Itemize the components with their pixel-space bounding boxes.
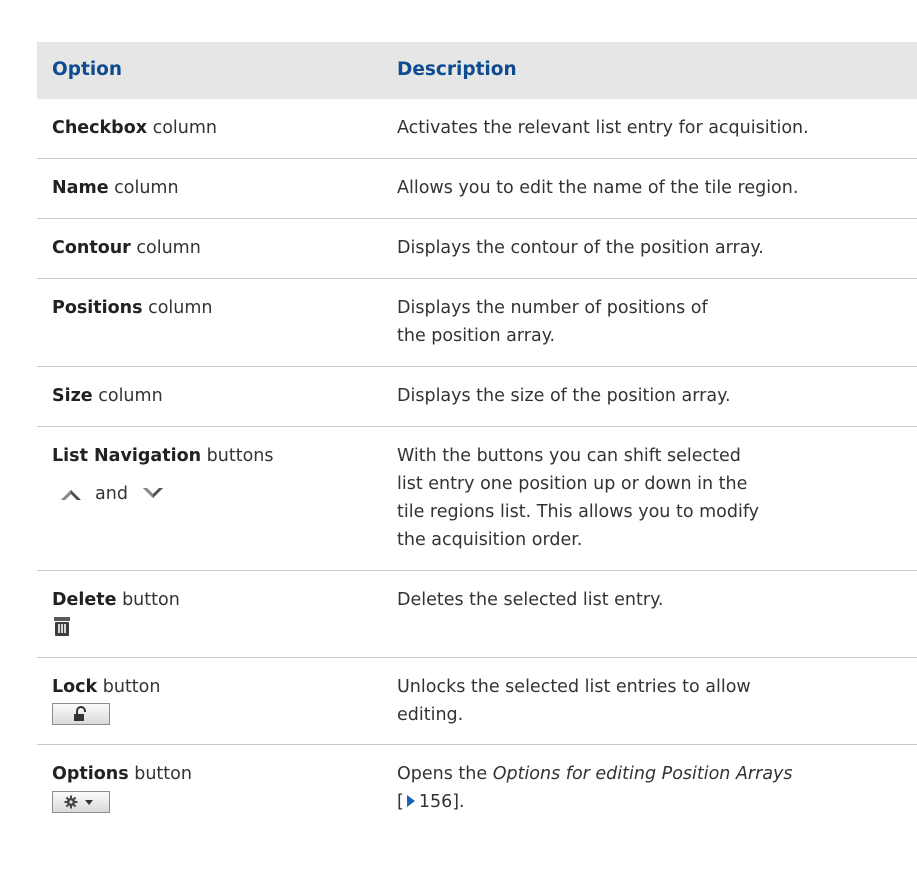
options-table: Option Description Checkbox column Activ… <box>37 42 917 832</box>
option-suffix: buttons <box>201 446 274 466</box>
description-end: ]. <box>452 792 465 812</box>
option-description: Allows you to edit the name of the tile … <box>397 178 799 198</box>
option-suffix: column <box>142 298 213 318</box>
table-row: List Navigation buttons and With the but… <box>37 427 917 571</box>
option-suffix: column <box>92 386 163 406</box>
table-row: Name column Allows you to edit the name … <box>37 159 917 219</box>
table-row: Checkbox column Activates the relevant l… <box>37 99 917 159</box>
option-suffix: column <box>147 118 218 138</box>
header-option: Option <box>52 59 123 80</box>
option-term: Options <box>52 764 129 784</box>
table-row: Size column Displays the size of the pos… <box>37 367 917 427</box>
option-description: With the buttons you can shift selected … <box>397 446 760 550</box>
option-description: Deletes the selected list entry. <box>397 590 664 610</box>
table-row: Lock button Unlocks the selected list en… <box>37 658 917 745</box>
option-description: Unlocks the selected list entries to all… <box>397 677 751 725</box>
lock-button-icon <box>52 703 110 725</box>
options-button-icon <box>52 791 110 813</box>
description-prefix: Opens the <box>397 764 493 784</box>
option-description: Displays the size of the position array. <box>397 386 731 406</box>
option-description: Displays the number of positions of the … <box>397 298 708 346</box>
option-suffix: button <box>116 590 180 610</box>
option-term: List Navigation <box>52 446 202 466</box>
table-row: Options button Opens the Options for edi… <box>52 764 793 813</box>
option-term: Lock <box>52 677 98 697</box>
option-description: Displays the contour of the position arr… <box>397 238 764 258</box>
option-term: Size <box>52 386 93 406</box>
option-term: Contour <box>52 238 131 258</box>
option-term: Name <box>52 178 109 198</box>
option-suffix: column <box>108 178 179 198</box>
option-suffix: button <box>97 677 161 697</box>
and-label: and <box>95 484 128 504</box>
unlock-icon <box>74 706 86 721</box>
table-row: Contour column Displays the contour of t… <box>37 219 917 279</box>
triangle-right-icon <box>406 795 415 807</box>
page-reference[interactable]: 156 <box>419 792 452 812</box>
options-link[interactable]: Options for editing Position Arrays <box>493 764 793 784</box>
gear-dropdown-icon <box>64 795 93 809</box>
table-header: Option Description <box>37 42 917 99</box>
table-row: Delete button Deletes the selected list … <box>37 571 917 658</box>
chevron-up-icon <box>61 490 81 500</box>
table-row: Positions column Displays the number of … <box>37 279 917 367</box>
option-term: Checkbox <box>52 118 148 138</box>
option-term: Positions <box>52 298 143 318</box>
option-suffix: column <box>130 238 201 258</box>
header-description: Description <box>397 59 517 80</box>
trash-icon <box>54 617 70 636</box>
option-description: Activates the relevant list entry for ac… <box>397 118 809 138</box>
chevron-down-icon <box>142 488 163 498</box>
option-suffix: button <box>128 764 192 784</box>
option-term: Delete <box>52 590 117 610</box>
